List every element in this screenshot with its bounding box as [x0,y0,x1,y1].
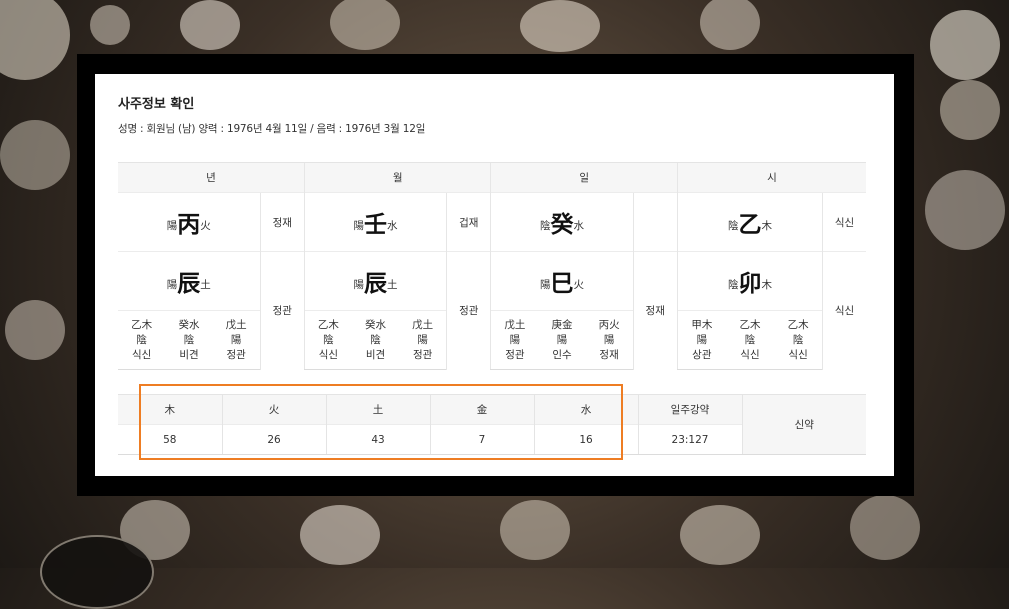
highlight-box [139,384,623,460]
heavenly-stem: 陰乙木 [676,192,823,252]
bokeh-light [850,495,920,560]
hidden-stem: 丙火陽 정재 [585,310,634,370]
hidden-stem: 乙木陰 식신 [725,310,775,370]
pillar-header: 시 [676,162,866,193]
heavenly-stem: 陰癸水 [490,192,634,252]
pillar-header-row: 년 월 일 시 [118,162,866,193]
bokeh-light [930,10,1000,80]
earthly-branch-row: 陽辰土 정관 陽辰土 정관 陽巳火 정재 陰卯木 식신 [118,251,866,370]
bokeh-light [120,500,190,560]
earthly-branch: 陽辰土 [303,251,447,311]
ten-god-label: 정재 [259,192,305,252]
app-root: { "title": "사주정보 확인", "info": "성명 : 회원님 … [0,0,1009,609]
ten-god-label [632,192,678,252]
hidden-stem: 戊土陽 정관 [212,310,261,370]
bokeh-light [700,0,760,50]
pillar-header: 년 [118,162,305,193]
ten-god-label: 식신 [822,251,866,370]
earthly-branch: 陰卯木 [676,251,823,311]
bokeh-light [300,505,380,565]
strength-value: 23:127 [637,424,742,455]
hidden-stem: 戊土陽 정관 [399,310,447,370]
hidden-stem: 癸水陰 비견 [351,310,400,370]
earthly-branch: 陽巳火 [490,251,634,311]
bokeh-light [500,500,570,560]
member-info: 성명 : 회원님 (남) 양력 : 1976년 4월 11일 / 음력 : 19… [118,123,426,135]
bokeh-light [520,0,600,52]
heavenly-stem-row: 陽丙火 정재 陽壬水 겁재 陰癸水 陰乙木 식신 [118,192,866,252]
bokeh-light [680,505,760,565]
bokeh-light [40,535,154,609]
ten-god-label: 정재 [632,251,678,370]
hidden-stem: 癸水陰 비견 [165,310,213,370]
bokeh-light [5,300,65,360]
earthly-branch: 陽辰土 [118,251,261,311]
ten-god-label: 정관 [446,251,491,370]
bokeh-light [940,80,1000,140]
ten-god-label: 겁재 [446,192,491,252]
bokeh-light [330,0,400,50]
page-title: 사주정보 확인 [118,97,195,112]
pillar-header: 월 [303,162,491,193]
bokeh-light [90,5,130,45]
ten-god-label: 식신 [822,192,866,252]
bokeh-light [0,120,70,190]
ten-god-label: 정관 [259,251,305,370]
hidden-stem: 乙木陰 식신 [774,310,823,370]
bokeh-light [180,0,240,50]
hidden-stem: 庚金陽 인수 [538,310,586,370]
hidden-stem-row: 乙木陰 식신 癸水陰 비견 戊土陽 정관 乙木陰 식신 癸水陰 비견 戊土陽 정관 戊土陽 정… [118,310,866,370]
bokeh-light [925,170,1005,250]
hidden-stem: 乙木陰 식신 [303,310,352,370]
hidden-stem: 乙木陰 식신 [118,310,166,370]
heavenly-stem: 陽壬水 [303,192,447,252]
strength-result: 신약 [741,394,866,455]
strength-header: 일주강약 [637,394,742,425]
pillar-table: 년 월 일 시 陽丙火 정재 陽壬水 겁재 陰癸水 陰乙木 식신 陽辰土 정관 … [118,162,866,370]
pillar-header: 일 [490,162,678,193]
bokeh-light [0,0,70,80]
hidden-stem: 甲木陽 상관 [676,310,726,370]
heavenly-stem: 陽丙火 [118,192,261,252]
hidden-stem: 戊土陽 정관 [490,310,539,370]
